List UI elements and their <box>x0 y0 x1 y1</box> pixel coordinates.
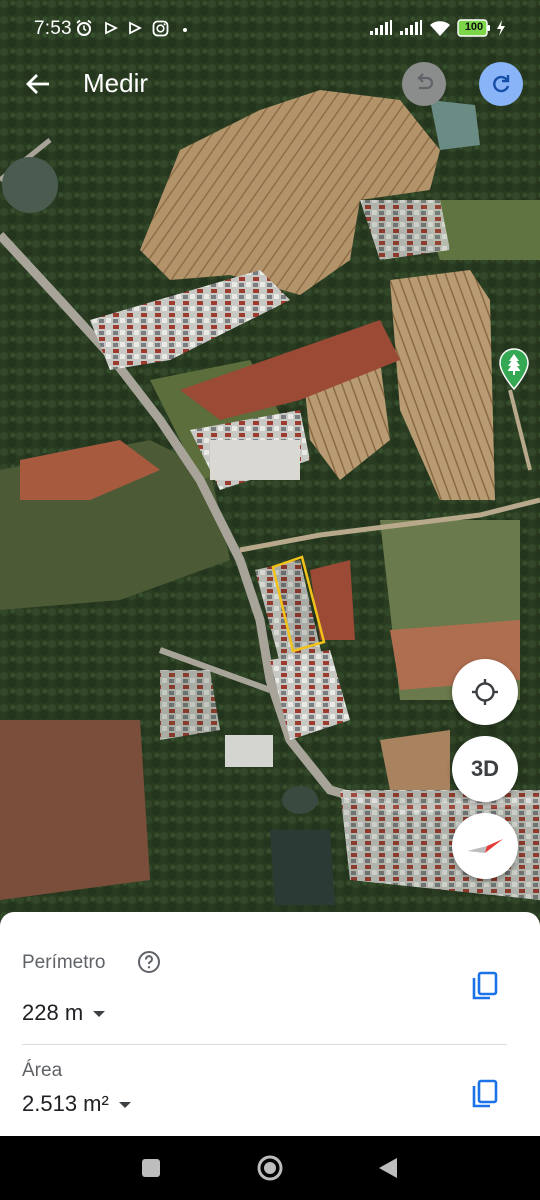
perimeter-value: 228 m <box>22 1000 84 1025</box>
area-unit-dropdown[interactable]: 2.513 m² <box>22 1091 131 1117</box>
instagram-icon <box>150 18 170 38</box>
tree-pin-icon[interactable] <box>498 347 530 391</box>
satellite-map[interactable]: 3D <box>0 0 540 930</box>
alarm-icon <box>74 18 94 38</box>
charging-icon <box>494 18 508 38</box>
measurement-sheet: Perímetro 228 m Área 2.513 m² <box>0 912 540 1136</box>
notification-dot-icon <box>183 28 187 32</box>
play-icon <box>125 18 145 38</box>
wifi-icon <box>428 18 452 38</box>
page-title: Medir <box>83 68 149 98</box>
home-button[interactable] <box>254 1152 286 1184</box>
undo-button[interactable] <box>402 62 446 106</box>
my-location-icon <box>472 679 498 705</box>
back-icon <box>379 1158 397 1178</box>
copy-icon[interactable] <box>470 1078 500 1110</box>
nav-back-button[interactable] <box>372 1152 404 1184</box>
my-location-button[interactable] <box>452 659 518 725</box>
divider <box>22 1044 507 1045</box>
status-bar: 7:53 100 <box>0 0 540 58</box>
three-d-button[interactable]: 3D <box>452 736 518 802</box>
system-nav-bar <box>0 1136 540 1200</box>
signal-icon <box>368 18 394 38</box>
three-d-label: 3D <box>470 756 500 781</box>
area-value: 2.513 m² <box>22 1091 109 1116</box>
compass-button[interactable] <box>452 813 518 879</box>
chevron-down-icon <box>93 1011 106 1017</box>
perimeter-label: Perímetro <box>22 952 106 973</box>
arrow-back-icon <box>26 74 49 94</box>
redo-button[interactable] <box>479 62 523 106</box>
battery-level: 100 <box>464 21 484 33</box>
status-time: 7:53 <box>34 18 72 39</box>
compass-icon <box>467 839 503 853</box>
area-label: Área <box>22 1060 63 1081</box>
chevron-down-icon <box>118 1102 131 1108</box>
help-icon[interactable] <box>137 950 161 974</box>
undo-icon <box>417 73 434 90</box>
copy-icon[interactable] <box>470 970 500 1002</box>
redo-icon <box>493 75 510 93</box>
home-icon <box>257 1155 283 1181</box>
signal-icon <box>398 18 424 38</box>
back-button[interactable] <box>18 64 58 104</box>
recents-icon <box>142 1159 160 1177</box>
play-icon <box>101 18 121 38</box>
recents-button[interactable] <box>135 1152 167 1184</box>
perimeter-unit-dropdown[interactable]: 228 m <box>22 1000 106 1026</box>
